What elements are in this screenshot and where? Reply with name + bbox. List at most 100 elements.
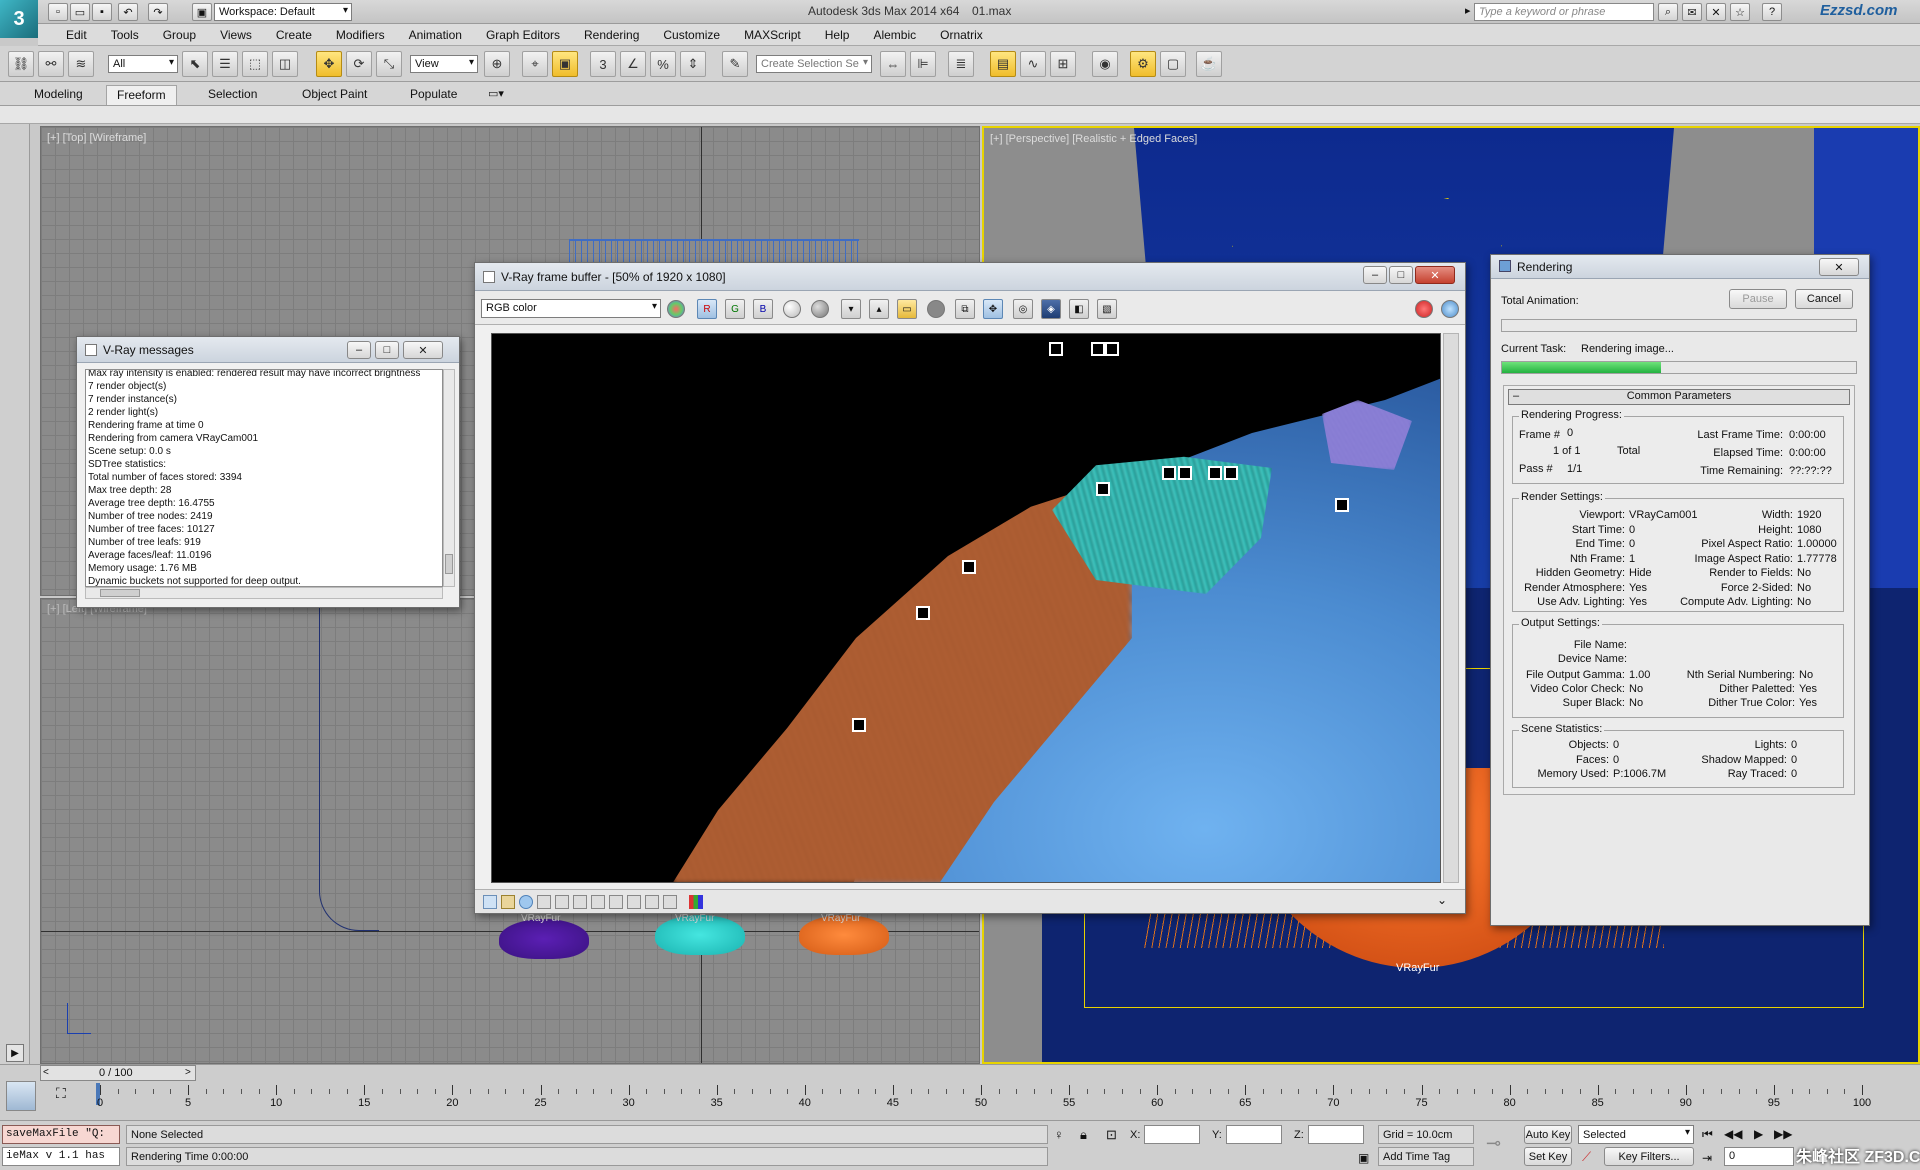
render-production-icon[interactable]: ☕ xyxy=(1196,51,1222,77)
mirror-icon[interactable]: ⇔ xyxy=(880,51,906,77)
vray-messages-titlebar[interactable]: V-Ray messages – □ ✕ xyxy=(77,337,459,363)
rendered-image[interactable] xyxy=(491,333,1441,883)
absolute-mode-icon[interactable]: ⊡ xyxy=(1106,1127,1117,1143)
menu-tools[interactable]: Tools xyxy=(99,28,151,42)
lens-effects-icon[interactable]: ◈ xyxy=(1041,299,1061,319)
mini-curve-editor-icon[interactable]: ⛶ xyxy=(56,1085,66,1102)
minimize-button[interactable]: – xyxy=(347,341,371,359)
ocio-icon[interactable] xyxy=(609,895,623,909)
add-time-tag-button[interactable]: Add Time Tag xyxy=(1378,1147,1474,1166)
monochrome-icon[interactable] xyxy=(811,300,829,318)
select-link-icon[interactable]: ⛓ xyxy=(8,51,34,77)
frame-buffer-titlebar[interactable]: V-Ray frame buffer - [50% of 1920 x 1080… xyxy=(475,263,1465,291)
time-slider-left-arrow[interactable]: < xyxy=(43,1067,49,1078)
background-image-icon[interactable] xyxy=(573,895,587,909)
lock-selection-icon[interactable]: 🔒︎ xyxy=(1080,1127,1087,1143)
menu-graph-editors[interactable]: Graph Editors xyxy=(474,28,572,42)
select-rotate-icon[interactable]: ⟳ xyxy=(346,51,372,77)
close-button[interactable]: ✕ xyxy=(1819,258,1859,276)
minimize-button[interactable]: – xyxy=(1363,266,1387,284)
spinner-snap-icon[interactable]: ⇕ xyxy=(680,51,706,77)
x-coordinate-field[interactable] xyxy=(1144,1125,1200,1144)
time-slider[interactable]: < 0 / 100 > xyxy=(40,1065,196,1081)
select-manipulate-icon[interactable]: ⌖ xyxy=(522,51,548,77)
menu-rendering[interactable]: Rendering xyxy=(572,28,651,42)
green-channel-button[interactable]: G xyxy=(725,299,745,319)
pivot-center-icon[interactable]: ⊕ xyxy=(484,51,510,77)
isolate-selection-icon[interactable]: ♀ xyxy=(1054,1127,1064,1142)
menu-modifiers[interactable]: Modifiers xyxy=(324,28,397,42)
edit-named-selection-icon[interactable]: ✎ xyxy=(722,51,748,77)
maximize-button[interactable]: □ xyxy=(1389,266,1413,284)
z-coordinate-field[interactable] xyxy=(1308,1125,1364,1144)
menu-ornatrix[interactable]: Ornatrix xyxy=(928,28,995,42)
history-icon[interactable] xyxy=(483,895,497,909)
rendered-frame-window-icon[interactable]: ▢ xyxy=(1160,51,1186,77)
ribbon-tab-populate[interactable]: Populate xyxy=(400,85,467,105)
menu-animation[interactable]: Animation xyxy=(397,28,474,42)
open-folder-icon[interactable]: ▭ xyxy=(897,299,917,319)
clear-image-icon[interactable] xyxy=(927,300,945,318)
pixel-info-icon[interactable]: ▧ xyxy=(1097,299,1117,319)
stop-render-icon[interactable] xyxy=(1415,300,1433,318)
communication-icon[interactable]: ✉ xyxy=(1682,3,1702,21)
scene-explorer-icon[interactable]: ▤ xyxy=(990,51,1016,77)
expand-chevron-icon[interactable]: ⌄ xyxy=(1437,893,1447,907)
save-image-icon[interactable]: ▾ xyxy=(841,299,861,319)
go-to-start-icon[interactable]: ⏮ xyxy=(1702,1127,1713,1142)
current-frame-field[interactable]: 0 xyxy=(1724,1147,1794,1166)
common-parameters-header[interactable]: – Common Parameters xyxy=(1508,389,1850,405)
lut-icon[interactable] xyxy=(591,895,605,909)
blue-channel-button[interactable]: B xyxy=(753,299,773,319)
show-corrections-icon[interactable]: ◧ xyxy=(1069,299,1089,319)
layer-manager-icon[interactable]: ≣ xyxy=(948,51,974,77)
render-last-icon[interactable] xyxy=(1441,300,1459,318)
unlink-icon[interactable]: ⚯ xyxy=(38,51,64,77)
channel-dropdown[interactable]: RGB color xyxy=(481,299,661,318)
viewport-perspective-label[interactable]: [+] [Perspective] [Realistic + Edged Fac… xyxy=(990,133,1197,145)
rectangular-selection-icon[interactable]: ⬚ xyxy=(242,51,268,77)
select-object-icon[interactable]: ⬉ xyxy=(182,51,208,77)
exposure-icon[interactable] xyxy=(519,895,533,909)
time-slider-right-arrow[interactable]: > xyxy=(185,1067,191,1078)
rendering-titlebar[interactable]: Rendering ✕ xyxy=(1491,255,1869,279)
project-folder-icon[interactable]: ▣ xyxy=(192,3,212,21)
default-in-out-tangents-icon[interactable]: ⟋ xyxy=(1582,1149,1591,1165)
search-arrow-icon[interactable]: ▸ xyxy=(1465,4,1471,17)
red-channel-button[interactable]: R xyxy=(697,299,717,319)
key-filters-button[interactable]: Key Filters... xyxy=(1604,1147,1694,1166)
next-frame-icon[interactable]: ▶▶ xyxy=(1774,1127,1792,1141)
percent-snap-icon[interactable]: % xyxy=(650,51,676,77)
close-button[interactable]: ✕ xyxy=(1415,266,1455,284)
compare-icon[interactable] xyxy=(689,895,703,909)
menu-views[interactable]: Views xyxy=(208,28,264,42)
vray-messages-log[interactable]: Max ray intensity is enabled: rendered r… xyxy=(85,369,443,587)
ribbon-options-icon[interactable]: ▭▾ xyxy=(488,87,504,100)
workspace-dropdown[interactable]: Workspace: Default xyxy=(214,3,352,21)
set-key-button[interactable]: Set Key xyxy=(1524,1147,1572,1166)
binoculars-icon[interactable]: ⌕ xyxy=(1658,3,1678,21)
srgb-icon[interactable] xyxy=(663,895,677,909)
open-file-icon[interactable]: ▭ xyxy=(70,3,90,21)
selection-filter-dropdown[interactable]: All xyxy=(108,55,178,73)
ribbon-tab-selection[interactable]: Selection xyxy=(198,85,267,105)
color-channels-icon[interactable] xyxy=(667,300,685,318)
menu-edit[interactable]: Edit xyxy=(54,28,99,42)
time-tag-icon[interactable]: ▣ xyxy=(1358,1151,1369,1165)
play-script-icon[interactable]: ▶ xyxy=(6,1044,24,1062)
app-logo-icon[interactable]: 3 xyxy=(0,0,38,38)
hscrollbar-thumb[interactable] xyxy=(100,589,140,597)
curve-editor-icon[interactable]: ∿ xyxy=(1020,51,1046,77)
key-mode-dropdown[interactable]: Selected xyxy=(1578,1125,1694,1144)
undo-icon[interactable]: ↶ xyxy=(118,3,138,21)
select-scale-icon[interactable]: ⤡ xyxy=(376,51,402,77)
align-icon[interactable]: ⊫ xyxy=(910,51,936,77)
redo-icon[interactable]: ↷ xyxy=(148,3,168,21)
window-crossing-icon[interactable]: ◫ xyxy=(272,51,298,77)
menu-alembic[interactable]: Alembic xyxy=(861,28,928,42)
menu-group[interactable]: Group xyxy=(151,28,208,42)
viewport-top-label[interactable]: [+] [Top] [Wireframe] xyxy=(47,132,146,144)
set-key-mode-icon[interactable]: ⊸ xyxy=(1486,1133,1501,1154)
new-file-icon[interactable]: ▫ xyxy=(48,3,68,21)
ribbon-tab-freeform[interactable]: Freeform xyxy=(106,85,177,105)
